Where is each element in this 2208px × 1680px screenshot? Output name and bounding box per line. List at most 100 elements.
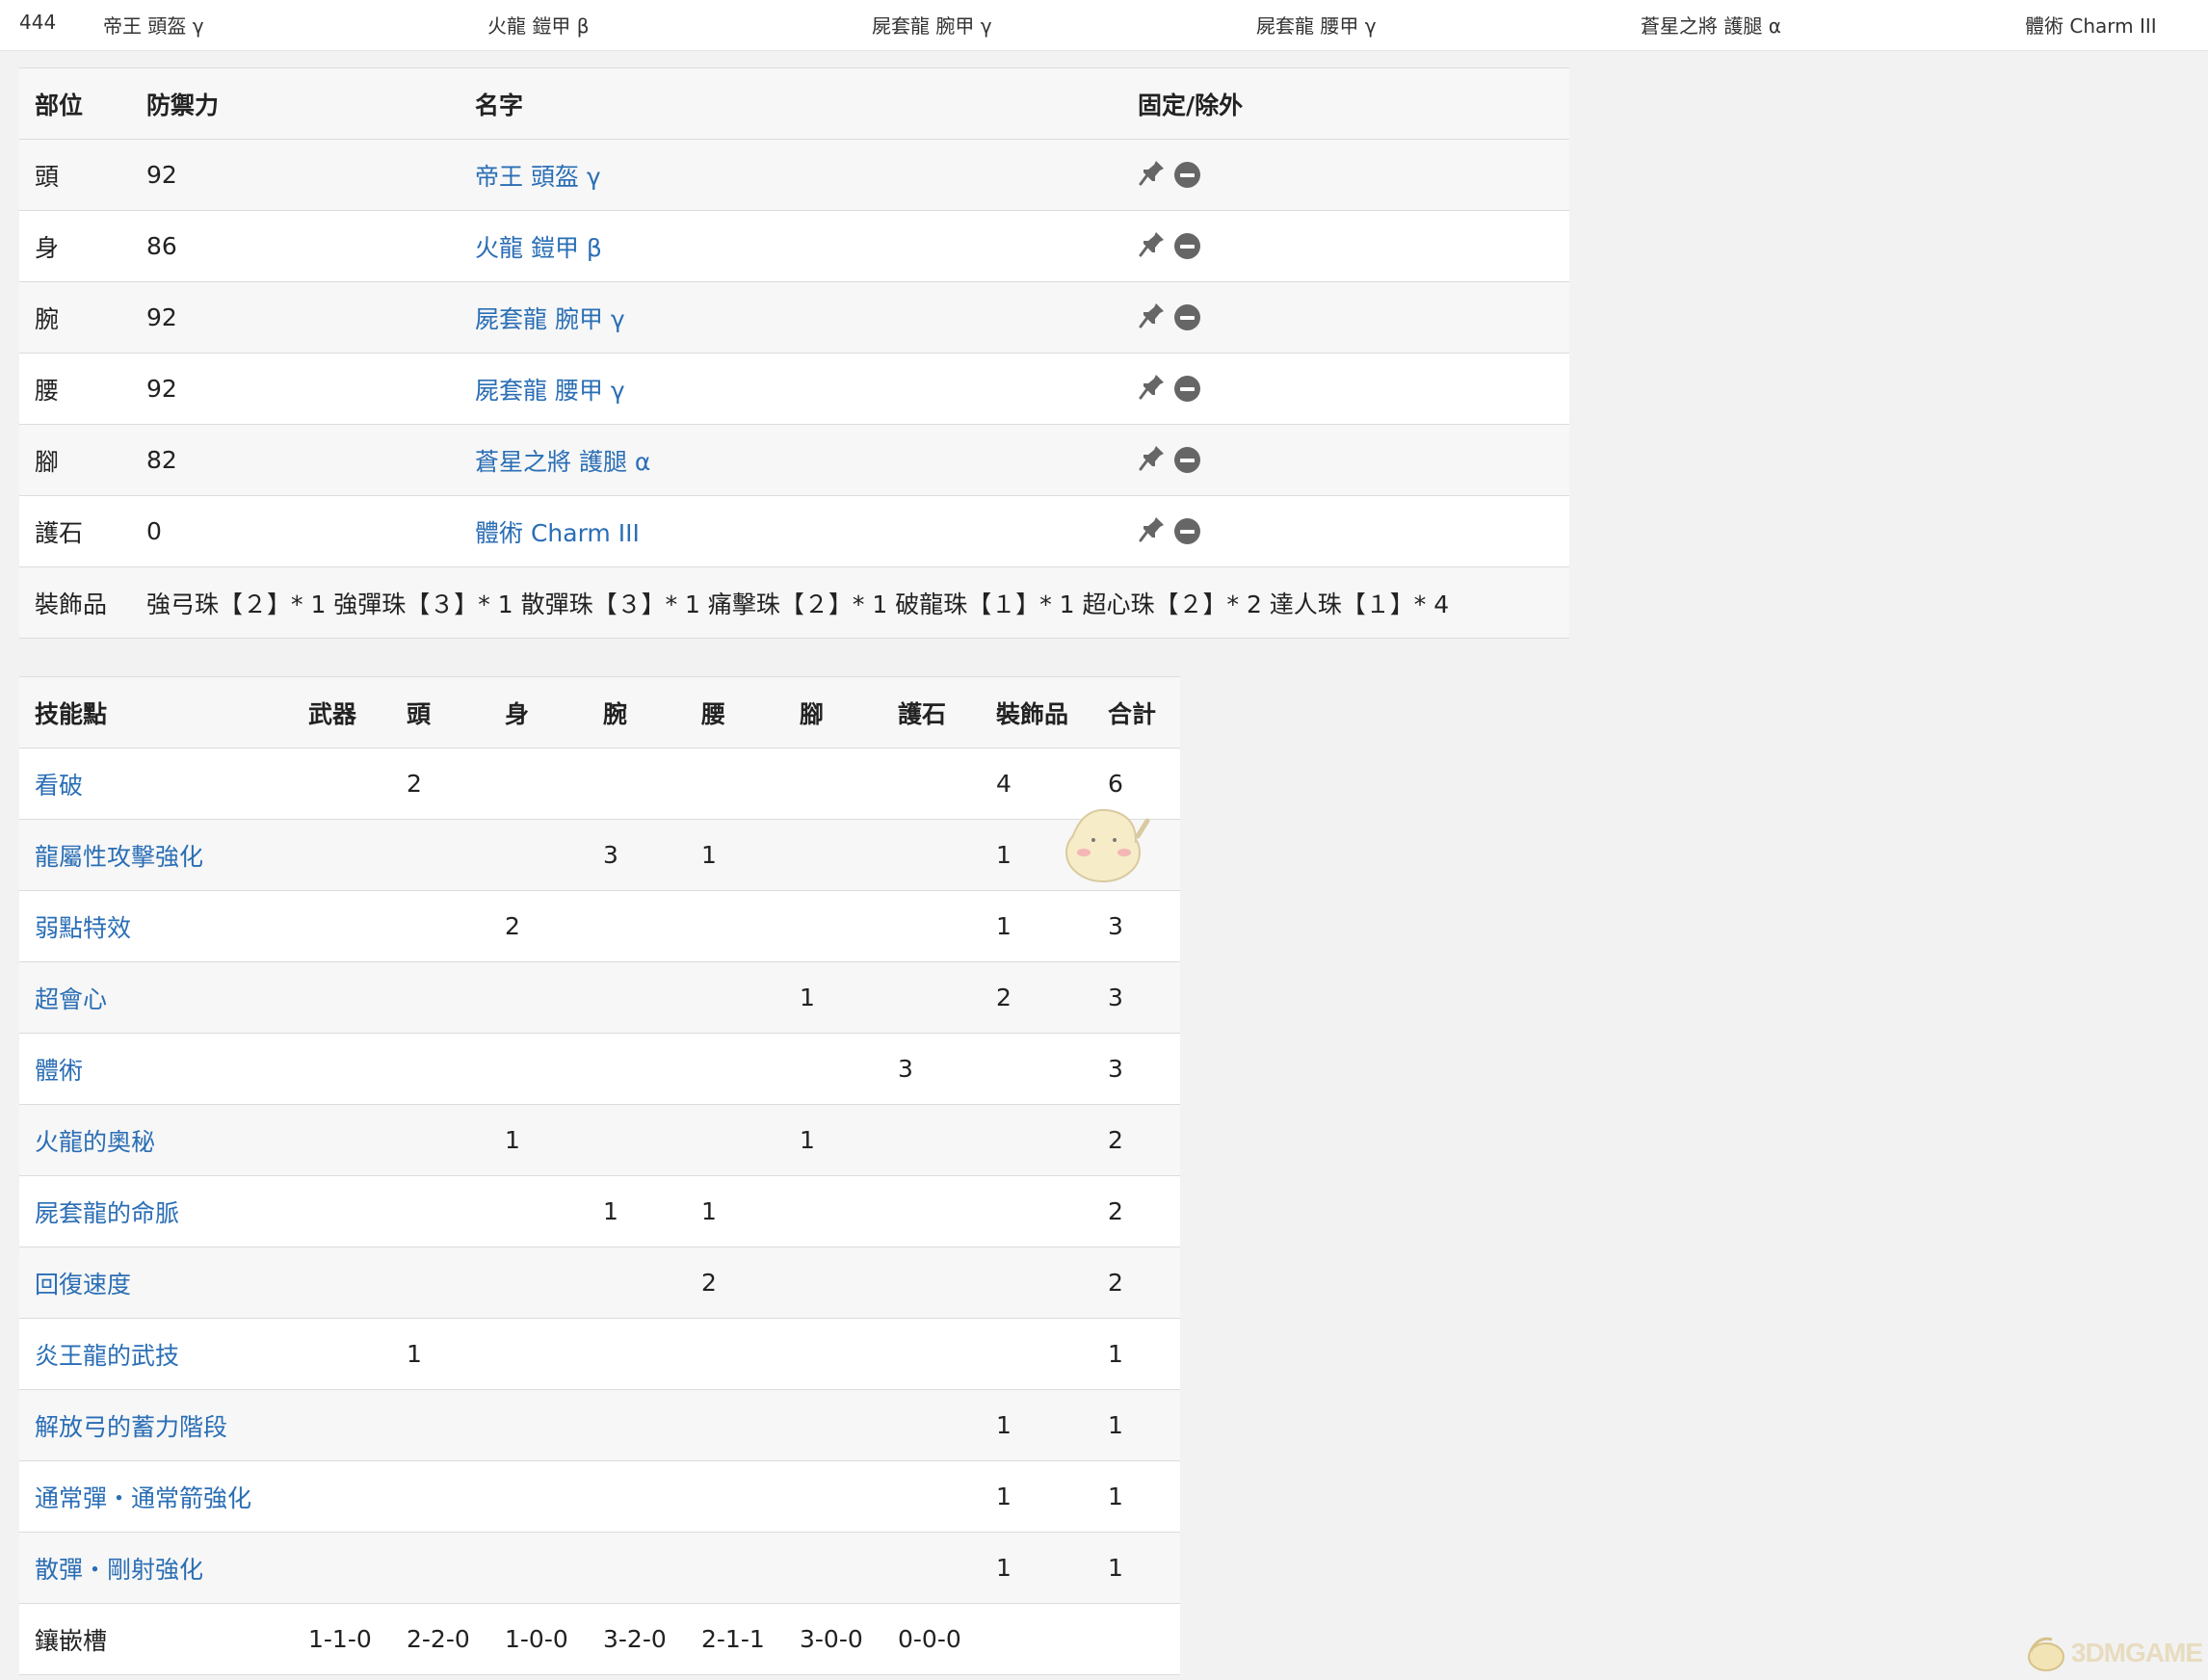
skill-point-cell: 1 bbox=[800, 1126, 815, 1154]
minus-circle-icon[interactable] bbox=[1174, 518, 1200, 544]
armor-row: 頭 92 帝王 頭盔 γ bbox=[19, 139, 1569, 211]
skill-point-cell bbox=[489, 820, 588, 891]
skill-point-cell bbox=[293, 891, 391, 962]
skill-header-cell: 武器 bbox=[308, 699, 357, 728]
skill-header-cell: 裝飾品 bbox=[996, 699, 1069, 728]
armor-name-link[interactable]: 屍套龍 腕甲 γ bbox=[475, 305, 625, 333]
skill-point-cell bbox=[293, 820, 391, 891]
pin-icon[interactable] bbox=[1138, 158, 1167, 193]
skill-point-cell bbox=[293, 1034, 391, 1105]
skill-header-cell: 護石 bbox=[898, 699, 947, 728]
skill-name-link[interactable]: 火龍的奧秘 bbox=[35, 1128, 155, 1156]
skill-point-cell bbox=[784, 1319, 882, 1390]
armor-name-cell: 屍套龍 腕甲 γ bbox=[460, 282, 1122, 354]
skill-point-cell: 2 bbox=[407, 770, 422, 798]
skill-point-cell bbox=[489, 1176, 588, 1247]
pin-icon[interactable] bbox=[1138, 443, 1167, 478]
skill-row: 超會心 1 2 3 bbox=[19, 961, 1180, 1034]
armor-name-link[interactable]: 蒼星之將 護腿 α bbox=[475, 448, 650, 476]
skill-point-cell bbox=[588, 1319, 686, 1390]
skill-point-cell bbox=[391, 1034, 489, 1105]
skill-point-cell bbox=[293, 1247, 391, 1319]
skill-point-cell bbox=[489, 962, 588, 1034]
skill-point-cell bbox=[882, 1176, 981, 1247]
skill-name-link[interactable]: 屍套龍的命脈 bbox=[35, 1199, 179, 1227]
minus-circle-icon[interactable] bbox=[1174, 376, 1200, 402]
armor-defense: 0 bbox=[146, 517, 162, 545]
decorations-value: 強弓珠【２】* 1 強彈珠【３】* 1 散彈珠【３】* 1 痛擊珠【２】* 1 … bbox=[146, 590, 1450, 618]
skill-point-cell bbox=[293, 1533, 391, 1604]
summary-body: 火龍 鎧甲 β bbox=[487, 14, 590, 38]
skill-point-cell bbox=[784, 1034, 882, 1105]
armor-defense: 92 bbox=[146, 161, 177, 189]
skill-point-cell bbox=[489, 1390, 588, 1461]
skill-name-link[interactable]: 龍屬性攻擊強化 bbox=[35, 843, 203, 871]
slots-label: 鑲嵌槽 bbox=[35, 1626, 108, 1655]
skill-row: 龍屬性攻擊強化3115 bbox=[19, 819, 1180, 891]
skill-point-cell bbox=[784, 1390, 882, 1461]
mascot-illustration bbox=[1065, 808, 1150, 882]
skill-row: 回復速度 2 2 bbox=[19, 1247, 1180, 1319]
header-name: 名字 bbox=[475, 91, 524, 119]
armor-name-link[interactable]: 屍套龍 腰甲 γ bbox=[475, 377, 625, 405]
skill-point-cell: 3 bbox=[898, 1055, 913, 1083]
skill-name-link[interactable]: 通常彈・通常箭強化 bbox=[35, 1484, 251, 1512]
skill-point-cell bbox=[588, 1247, 686, 1319]
pin-icon[interactable] bbox=[1138, 301, 1167, 335]
result-count: 444 bbox=[19, 11, 57, 34]
minus-circle-icon[interactable] bbox=[1174, 447, 1200, 473]
armor-table: 部位 防禦力 名字 固定/除外 頭 92 帝王 頭盔 γ 身 86 火龍 鎧甲 β 腕 92 屍… bbox=[19, 67, 1569, 639]
skill-name-link[interactable]: 超會心 bbox=[35, 985, 107, 1013]
watermark-logo: 3DMGAME bbox=[2025, 1632, 2203, 1674]
armor-name-link[interactable]: 火龍 鎧甲 β bbox=[475, 234, 602, 262]
skill-name-cell: 回復速度 bbox=[19, 1247, 293, 1319]
skill-point-cell bbox=[981, 1034, 1092, 1105]
skill-point-cell bbox=[686, 1533, 784, 1604]
slot-value: 1-0-0 bbox=[505, 1625, 568, 1653]
armor-name-link[interactable]: 帝王 頭盔 γ bbox=[475, 163, 601, 191]
skill-row: 散彈・剛射強化 1 1 bbox=[19, 1532, 1180, 1604]
minus-circle-icon[interactable] bbox=[1174, 162, 1200, 188]
skill-name-link[interactable]: 散彈・剛射強化 bbox=[35, 1556, 203, 1584]
skill-header-cell: 身 bbox=[505, 699, 530, 728]
skill-header-cell: 腰 bbox=[701, 699, 726, 728]
skill-point-cell bbox=[981, 1319, 1092, 1390]
skill-point-cell: 1 bbox=[1108, 1554, 1123, 1582]
skill-point-cell bbox=[391, 820, 489, 891]
skill-point-cell bbox=[293, 962, 391, 1034]
skill-row: 弱點特效 2 1 3 bbox=[19, 890, 1180, 962]
armor-part: 腕 bbox=[35, 304, 60, 333]
pin-icon[interactable] bbox=[1138, 372, 1167, 407]
pin-icon[interactable] bbox=[1138, 229, 1167, 264]
skill-name-link[interactable]: 弱點特效 bbox=[35, 914, 131, 942]
skill-point-cell bbox=[588, 891, 686, 962]
skill-point-cell bbox=[784, 748, 882, 820]
skill-name-cell: 屍套龍的命脈 bbox=[19, 1176, 293, 1247]
skill-point-cell bbox=[686, 748, 784, 820]
skill-name-link[interactable]: 炎王龍的武技 bbox=[35, 1342, 179, 1370]
minus-circle-icon[interactable] bbox=[1174, 304, 1200, 330]
skill-point-cell bbox=[391, 891, 489, 962]
skill-point-cell: 3 bbox=[603, 841, 618, 869]
skill-name-link[interactable]: 看破 bbox=[35, 772, 83, 800]
skill-point-cell bbox=[784, 891, 882, 962]
skill-name-cell: 體術 bbox=[19, 1034, 293, 1105]
skill-name-link[interactable]: 體術 bbox=[35, 1057, 83, 1085]
skill-point-cell: 1 bbox=[1108, 1340, 1123, 1368]
skill-row: 解放弓的蓄力階段 1 1 bbox=[19, 1389, 1180, 1461]
skill-point-cell bbox=[882, 1533, 981, 1604]
armor-name-link[interactable]: 體術 Charm III bbox=[475, 519, 640, 547]
skill-point-cell: 3 bbox=[1108, 1055, 1123, 1083]
skill-point-cell bbox=[588, 1390, 686, 1461]
skill-point-cell: 1 bbox=[1108, 1483, 1123, 1510]
pin-icon[interactable] bbox=[1138, 514, 1167, 549]
decorations-row: 裝飾品 強弓珠【２】* 1 強彈珠【３】* 1 散彈珠【３】* 1 痛擊珠【２】… bbox=[19, 566, 1569, 639]
armor-row: 身 86 火龍 鎧甲 β bbox=[19, 210, 1569, 282]
skill-header-cell: 合計 bbox=[1108, 699, 1157, 728]
skill-name-link[interactable]: 回復速度 bbox=[35, 1271, 131, 1299]
skill-name-link[interactable]: 解放弓的蓄力階段 bbox=[35, 1413, 227, 1441]
summary-head: 帝王 頭盔 γ bbox=[103, 14, 204, 38]
skill-point-cell bbox=[882, 1461, 981, 1533]
minus-circle-icon[interactable] bbox=[1174, 233, 1200, 259]
skill-point-cell: 1 bbox=[505, 1126, 520, 1154]
